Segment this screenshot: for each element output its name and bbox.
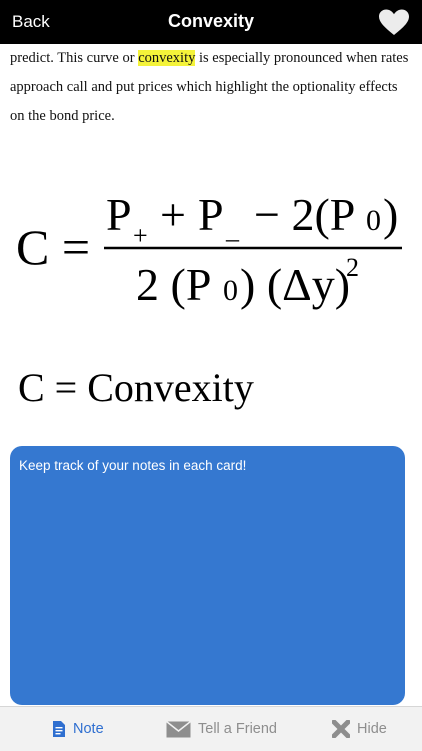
close-x-icon: [332, 720, 350, 738]
formula-sub-zero-den: 0: [223, 274, 238, 307]
heart-icon[interactable]: [378, 8, 410, 36]
note-area[interactable]: Keep track of your notes in each card!: [10, 446, 405, 705]
formula-sub-zero-num: 0: [366, 204, 381, 237]
formula-close-paren-num: ): [383, 189, 398, 240]
page-title: Convexity: [167, 11, 255, 31]
paragraph-text-start: predict. This curve or: [10, 50, 139, 66]
formula-plus-sign: +: [160, 189, 186, 240]
document-icon: [53, 721, 65, 737]
nav-bar: Back Convexity: [0, 0, 422, 44]
convexity-formula: C = P + + P _ − 2(P 0 ) 2 (P 0 ) (Δy) 2: [16, 189, 402, 310]
formula-den-exp: 2: [346, 253, 359, 282]
formula-p-plus: P: [106, 189, 132, 240]
formula-sub-plus: +: [133, 221, 148, 250]
envelope-icon: [166, 720, 191, 737]
formula-definition: C = Convexity: [18, 365, 254, 410]
formula-lhs: C =: [16, 219, 90, 275]
highlighted-term: convexity: [138, 50, 196, 66]
tab-bar: Note Tell a Friend Hide: [0, 706, 422, 751]
formula-minus-two: − 2(P: [254, 189, 355, 240]
formula-p-minus: P: [198, 189, 224, 240]
tab-tell-a-friend[interactable]: Tell a Friend: [166, 707, 277, 751]
tab-note-label: Note: [73, 721, 104, 737]
tab-hide[interactable]: Hide: [332, 707, 387, 751]
card-paragraph: predict. This curve or convexity is espe…: [10, 44, 414, 131]
tab-hide-label: Hide: [357, 721, 387, 737]
formula-den-mid: ) (Δy): [240, 259, 350, 310]
tab-note[interactable]: Note: [52, 707, 104, 751]
formula-den-two: 2 (P: [136, 259, 211, 310]
note-placeholder: Keep track of your notes in each card!: [19, 458, 247, 473]
formula-sub-minus: _: [225, 215, 240, 244]
tab-tell-a-friend-label: Tell a Friend: [198, 721, 277, 737]
